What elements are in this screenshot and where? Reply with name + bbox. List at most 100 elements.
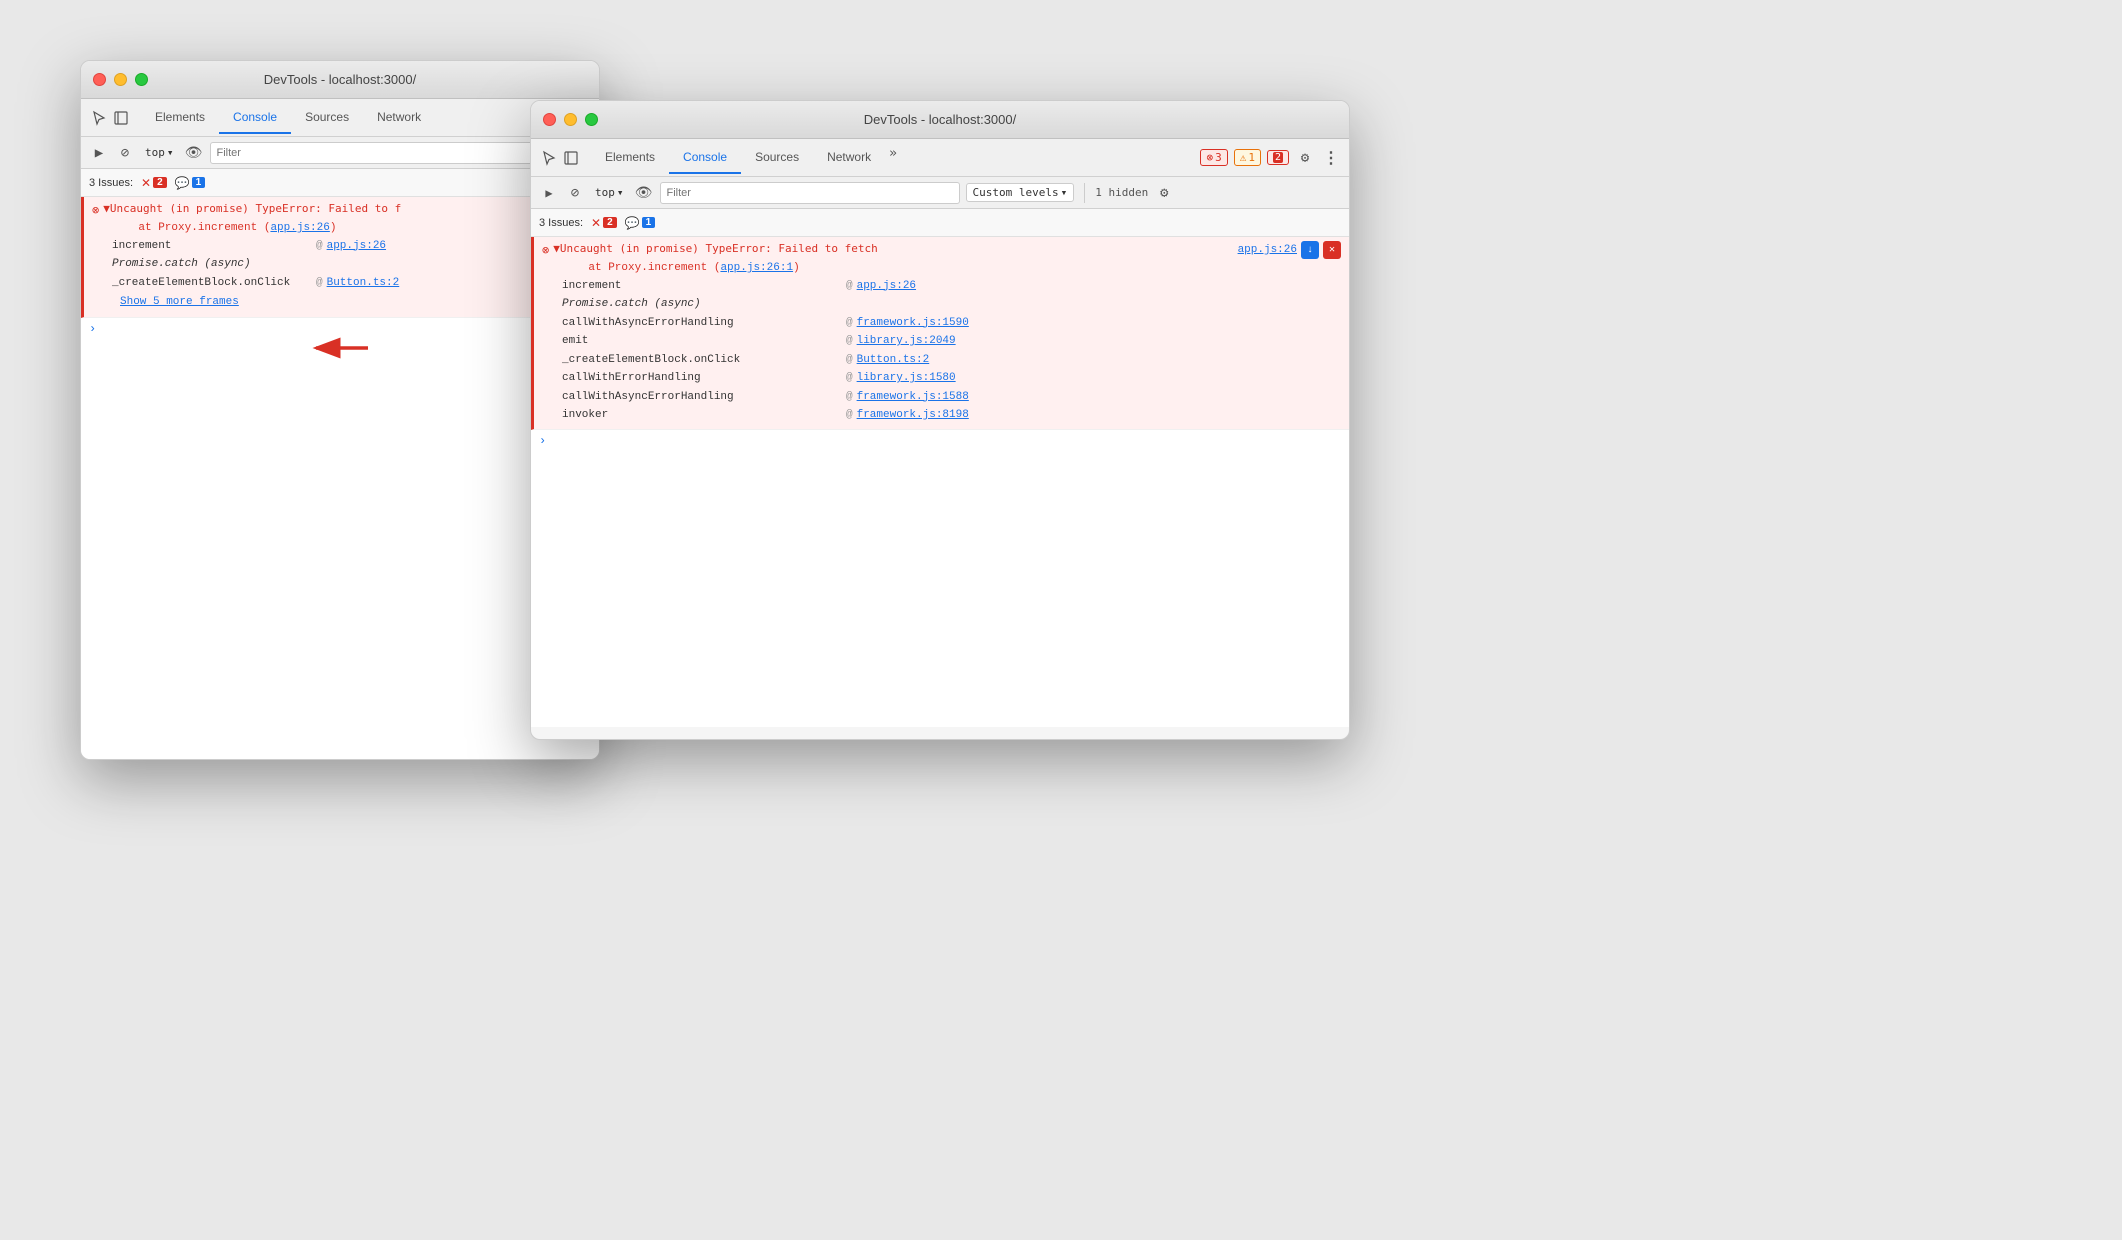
error-text-2: ▼Uncaught (in promise) TypeError: Failed… <box>553 241 1233 258</box>
cursor-icon[interactable] <box>89 108 109 128</box>
window-title-2: DevTools - localhost:3000/ <box>864 112 1016 127</box>
eye-icon-2[interactable]: 👁 <box>634 183 654 203</box>
error-header-1: ⊗ ▼Uncaught (in promise) TypeError: Fail… <box>92 201 591 220</box>
title-bar-2: DevTools - localhost:3000/ <box>531 101 1349 139</box>
error-entry-2: ⊗ ▼Uncaught (in promise) TypeError: Fail… <box>531 237 1349 430</box>
play-icon-2[interactable]: ▶ <box>539 183 559 203</box>
tab-elements-2[interactable]: Elements <box>591 142 669 174</box>
error-count-2: 2 <box>1267 150 1289 165</box>
error-text-1: ▼Uncaught (in promise) TypeError: Failed… <box>103 201 401 218</box>
chevron-icon-2: ▾ <box>617 186 624 199</box>
error-subheader-2: at Proxy.increment (app.js:26:1) <box>542 260 1341 277</box>
tab-network-1[interactable]: Network <box>363 102 435 134</box>
stack-line-2: Promise.catch (async) <box>92 255 591 274</box>
stack-file-2-5[interactable]: Button.ts:2 <box>857 352 930 369</box>
info-badge-1: 💬 1 <box>175 176 206 190</box>
close-error-icon[interactable]: ✕ <box>1323 241 1341 259</box>
block-icon-2[interactable]: ⊘ <box>565 183 585 203</box>
window-title-1: DevTools - localhost:3000/ <box>264 72 416 87</box>
minimize-button-1[interactable] <box>114 73 127 86</box>
play-icon-1[interactable]: ▶ <box>89 143 109 163</box>
info-badge-2: 💬 1 <box>625 216 656 230</box>
top-dropdown-2[interactable]: top ▾ <box>591 184 628 201</box>
tabs-1: Elements Console Sources Network <box>141 102 435 134</box>
stack-2-6: callWithErrorHandling @ library.js:1580 <box>542 369 1341 388</box>
download-icon[interactable]: ↓ <box>1301 241 1319 259</box>
maximize-button-1[interactable] <box>135 73 148 86</box>
panel-icon[interactable] <box>111 108 131 128</box>
stack-file-2-8[interactable]: framework.js:8198 <box>857 407 969 424</box>
tabs-2: Elements Console Sources Network » <box>591 142 901 174</box>
settings-icon-3[interactable]: ⚙ <box>1154 183 1174 203</box>
tab-network-2[interactable]: Network <box>813 142 885 174</box>
chevron-icon-3: ▾ <box>1061 186 1068 199</box>
error-actions: app.js:26 ↓ ✕ <box>1238 241 1341 259</box>
toolbar-icons-1 <box>89 108 131 128</box>
stack-2-1: increment @ app.js:26 <box>542 277 1341 296</box>
error-count-3: ⊗ 3 <box>1200 149 1227 166</box>
stack-2-8: invoker @ framework.js:8198 <box>542 406 1341 425</box>
warn-count-1: ⚠ 1 <box>1234 149 1261 166</box>
stack-2-3: callWithAsyncErrorHandling @ framework.j… <box>542 314 1341 333</box>
console-prompt-2: › <box>531 430 1349 452</box>
console-content-2: ⊗ ▼Uncaught (in promise) TypeError: Fail… <box>531 237 1349 727</box>
close-button-2[interactable] <box>543 113 556 126</box>
show-more-frames: Show 5 more frames <box>92 292 591 313</box>
error-subheader-1: at Proxy.increment (app.js:26) <box>92 220 591 237</box>
stack-file-2-1[interactable]: app.js:26 <box>857 278 916 295</box>
custom-levels-dropdown[interactable]: Custom levels ▾ <box>966 183 1075 202</box>
gear-icon-2[interactable]: ⚙ <box>1295 148 1315 168</box>
more-tabs-icon[interactable]: » <box>885 142 901 174</box>
tab-bar-2: Elements Console Sources Network » ⊗ 3 ⚠… <box>531 139 1349 177</box>
devtools-window-1: DevTools - localhost:3000/ Elements Cons… <box>80 60 600 760</box>
show-frames-link[interactable]: Show 5 more frames <box>120 296 239 308</box>
error-badge-1: ✕ 2 <box>141 176 167 190</box>
stack-2-2: Promise.catch (async) <box>542 295 1341 314</box>
tab-console-2[interactable]: Console <box>669 142 741 174</box>
cursor-icon-2[interactable] <box>539 148 559 168</box>
annotation-arrow <box>298 328 378 372</box>
right-badge-area: ⊗ 3 ⚠ 1 2 ⚙ ⋮ <box>1200 148 1341 168</box>
stack-2-4: emit @ library.js:2049 <box>542 332 1341 351</box>
stack-file-2-3[interactable]: framework.js:1590 <box>857 315 969 332</box>
eye-icon-1[interactable]: 👁 <box>184 143 204 163</box>
devtools-window-2: DevTools - localhost:3000/ Elements Cons… <box>530 100 1350 740</box>
app-link-2[interactable]: app.js:26 <box>1238 242 1297 259</box>
tab-sources-1[interactable]: Sources <box>291 102 363 134</box>
error-circle-icon-2: ⊗ <box>542 242 549 260</box>
app-link-1[interactable]: app.js:26 <box>270 222 329 234</box>
stack-file-3[interactable]: Button.ts:2 <box>327 275 400 292</box>
error-header-2: ⊗ ▼Uncaught (in promise) TypeError: Fail… <box>542 241 1341 260</box>
error-entry-1: ⊗ ▼Uncaught (in promise) TypeError: Fail… <box>81 197 599 318</box>
stack-2-7: callWithAsyncErrorHandling @ framework.j… <box>542 388 1341 407</box>
tab-elements-1[interactable]: Elements <box>141 102 219 134</box>
app-link-sub-2[interactable]: app.js:26:1 <box>720 262 793 274</box>
error-circle-icon-1: ⊗ <box>92 202 99 220</box>
stack-file-2-7[interactable]: framework.js:1588 <box>857 389 969 406</box>
stack-2-5: _createElementBlock.onClick @ Button.ts:… <box>542 351 1341 370</box>
error-badge-2: ✕ 2 <box>591 216 617 230</box>
maximize-button-2[interactable] <box>585 113 598 126</box>
console-toolbar-2: ▶ ⊘ top ▾ 👁 Custom levels ▾ 1 hidden ⚙ <box>531 177 1349 209</box>
tab-sources-2[interactable]: Sources <box>741 142 813 174</box>
traffic-lights-1 <box>93 73 148 86</box>
stack-file-2-4[interactable]: library.js:2049 <box>857 333 956 350</box>
chevron-icon-1: ▾ <box>167 146 174 159</box>
stack-line-1: increment @ app.js:26 <box>92 237 591 256</box>
more-icon-2[interactable]: ⋮ <box>1321 148 1341 168</box>
stack-line-3: _createElementBlock.onClick @ Button.ts:… <box>92 274 591 293</box>
hidden-count: 1 hidden <box>1095 186 1148 199</box>
filter-input-2[interactable] <box>660 182 960 204</box>
minimize-button-2[interactable] <box>564 113 577 126</box>
close-button-1[interactable] <box>93 73 106 86</box>
traffic-lights-2 <box>543 113 598 126</box>
toolbar-icons-2 <box>539 148 581 168</box>
console-content-1: ⊗ ▼Uncaught (in promise) TypeError: Fail… <box>81 197 599 759</box>
tab-console-1[interactable]: Console <box>219 102 291 134</box>
panel-icon-2[interactable] <box>561 148 581 168</box>
toolbar-divider <box>1084 183 1085 203</box>
block-icon-1[interactable]: ⊘ <box>115 143 135 163</box>
top-dropdown-1[interactable]: top ▾ <box>141 144 178 161</box>
stack-file-1[interactable]: app.js:26 <box>327 238 386 255</box>
stack-file-2-6[interactable]: library.js:1580 <box>857 370 956 387</box>
